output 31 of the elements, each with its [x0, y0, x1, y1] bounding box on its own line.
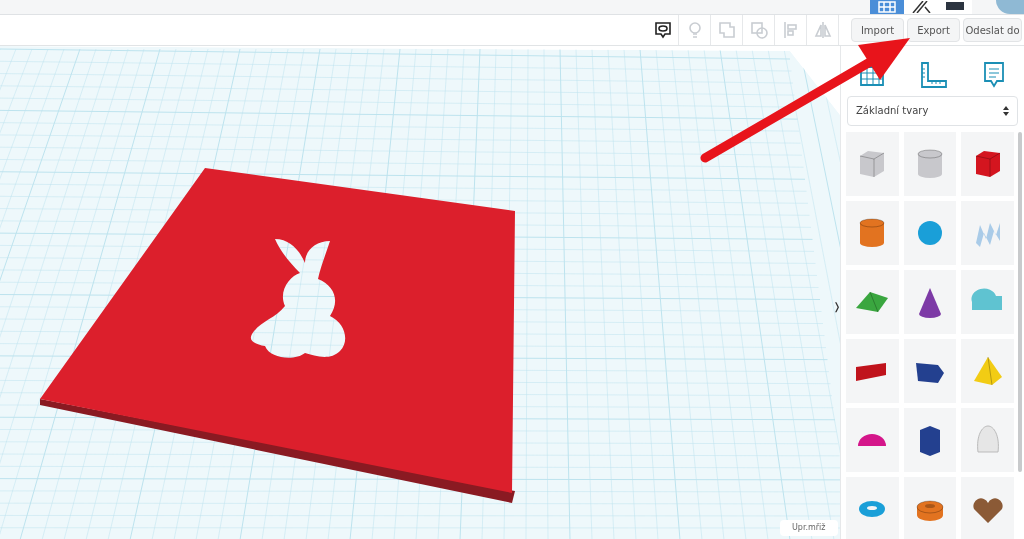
view-toggle[interactable] — [938, 0, 972, 14]
library-dropdown[interactable]: Základní tvary — [847, 95, 1018, 126]
shape-tile[interactable] — [903, 407, 957, 472]
dark-block-icon — [946, 1, 964, 12]
shape-tile[interactable] — [961, 269, 1014, 334]
shape-tile[interactable] — [961, 338, 1014, 403]
toolbar-button[interactable]: Export — [907, 18, 960, 42]
panel-toggle[interactable]: ❭ — [834, 296, 840, 316]
shape-tile[interactable] — [846, 200, 899, 265]
shape-tile[interactable] — [961, 476, 1014, 539]
view-toggle[interactable] — [904, 0, 938, 14]
edit-grid-button[interactable]: Upr.mřiž — [780, 520, 838, 536]
pencil-icon — [911, 0, 931, 13]
updown-caret-icon — [1003, 105, 1009, 116]
shape-tile[interactable] — [846, 131, 899, 196]
shape-tile[interactable] — [903, 269, 957, 334]
shape-tile[interactable] — [903, 200, 957, 265]
shape-tile[interactable] — [903, 476, 957, 539]
account-icon[interactable] — [996, 0, 1024, 14]
shape-tile[interactable] — [961, 407, 1014, 472]
shape-tile[interactable] — [961, 131, 1014, 196]
shape-tile[interactable] — [903, 131, 957, 196]
shape-tile[interactable] — [903, 338, 957, 403]
shape-tile[interactable] — [961, 200, 1014, 265]
shape-tile[interactable] — [846, 269, 899, 334]
view-toggle[interactable] — [870, 0, 904, 14]
shape-tile[interactable] — [846, 407, 899, 472]
toolbar-button[interactable]: Import — [851, 18, 904, 42]
shape-tile[interactable] — [846, 338, 899, 403]
shape-tile[interactable] — [846, 476, 899, 539]
toolbar-button[interactable]: Odeslat do — [963, 18, 1022, 42]
